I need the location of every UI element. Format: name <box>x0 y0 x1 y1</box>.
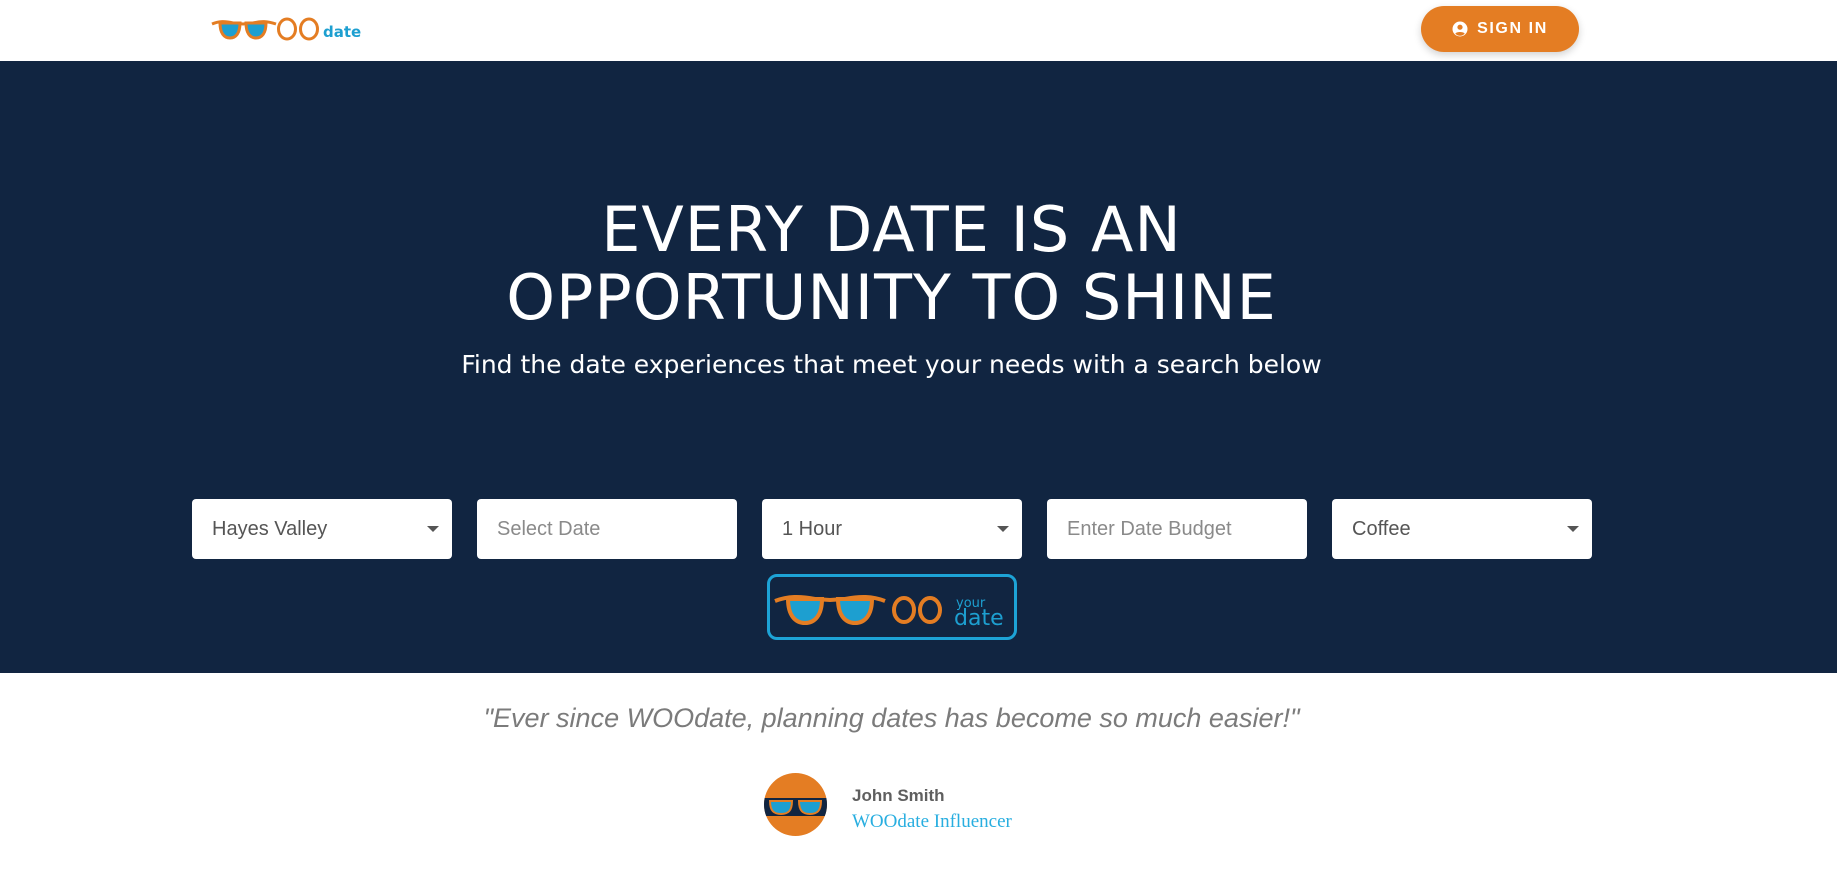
hero-section: EVERY DATE IS AN OPPORTUNITY TO SHINE Fi… <box>0 61 1837 673</box>
avatar <box>764 773 827 836</box>
headline-line-1: EVERY DATE IS AN <box>601 193 1182 266</box>
neighborhood-value: Hayes Valley <box>212 517 328 540</box>
sign-in-label: SIGN IN <box>1477 20 1548 37</box>
duration-value: 1 Hour <box>782 517 843 540</box>
category-value: Coffee <box>1352 517 1411 540</box>
testimonial-author-role: WOOdate Influencer <box>852 811 1012 832</box>
logo-oo-text <box>277 17 319 41</box>
sign-in-button[interactable]: SIGN IN <box>1421 6 1579 52</box>
hero-headline: EVERY DATE IS AN OPPORTUNITY TO SHINE <box>0 196 1783 332</box>
logo-word: date <box>323 23 362 41</box>
date-placeholder: Select Date <box>497 517 601 540</box>
category-select[interactable]: Coffee <box>1332 499 1592 559</box>
headline-line-2: OPPORTUNITY TO SHINE <box>506 261 1277 334</box>
user-circle-icon <box>1452 21 1468 37</box>
woo-your-date-logo: your date <box>774 594 1004 631</box>
woo-your-date-search-button[interactable]: your date <box>767 574 1017 640</box>
sunglasses-avatar-icon <box>764 798 827 816</box>
sunglasses-icon <box>211 20 277 40</box>
testimonial-author-name: John Smith <box>852 786 945 805</box>
caret-down-icon <box>1567 526 1579 532</box>
sunglasses-icon <box>774 594 886 626</box>
duration-select[interactable]: 1 Hour <box>762 499 1022 559</box>
logo-date-text: date <box>954 606 1004 631</box>
top-navbar: date SIGN IN <box>0 0 1837 61</box>
caret-down-icon <box>427 526 439 532</box>
caret-down-icon <box>997 526 1009 532</box>
woodate-logo[interactable]: date <box>211 16 361 42</box>
budget-placeholder: Enter Date Budget <box>1067 517 1232 540</box>
date-input[interactable]: Select Date <box>477 499 737 559</box>
budget-input[interactable]: Enter Date Budget <box>1047 499 1307 559</box>
neighborhood-select[interactable]: Hayes Valley <box>192 499 452 559</box>
hero-subheadline: Find the date experiences that meet your… <box>461 350 1322 379</box>
testimonial-quote: "Ever since WOOdate, planning dates has … <box>483 703 1300 733</box>
